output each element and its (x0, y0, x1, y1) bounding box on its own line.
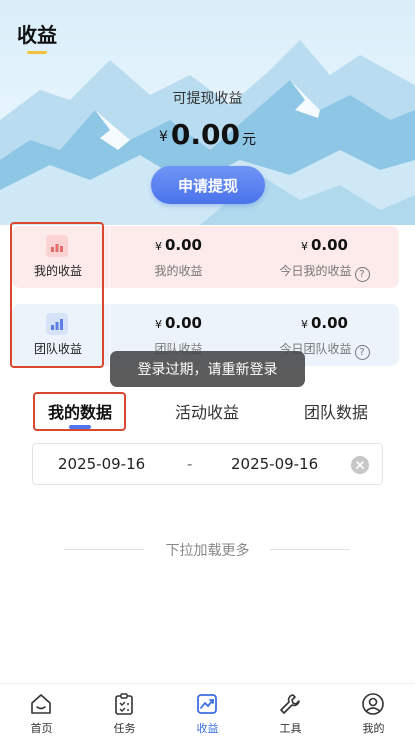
clear-icon[interactable] (351, 456, 369, 474)
wrench-icon (280, 694, 300, 714)
my-earnings-label: 我的收益 (33, 264, 82, 278)
team-earnings-label: 团队收益 (33, 342, 82, 356)
withdrawable-amount: ¥0.00 元 (0, 118, 415, 151)
apply-withdraw-button[interactable]: 申请提现 (151, 166, 265, 204)
date-range-picker[interactable]: 2025-09-16 - 2025-09-16 (32, 443, 383, 485)
user-icon (362, 693, 384, 715)
data-tabs: 我的数据 活动收益 团队数据 (0, 395, 415, 429)
today-my-earnings-sublabel: 今日我的收益? (250, 262, 399, 282)
nav-earnings[interactable]: 收益 (166, 684, 249, 738)
tab-my-data[interactable]: 我的数据 (40, 399, 120, 423)
clipboard-icon (115, 693, 133, 715)
my-earnings-card[interactable]: 我的收益 ¥0.00 我的收益 ¥0.00 今日我的收益? (12, 226, 399, 288)
date-separator: - (187, 455, 193, 473)
divider (270, 549, 350, 550)
start-date[interactable]: 2025-09-16 (58, 455, 145, 473)
home-icon (31, 694, 51, 714)
tab-activity-earnings[interactable]: 活动收益 (167, 399, 247, 423)
help-icon[interactable]: ? (354, 267, 370, 282)
nav-tools[interactable]: 工具 (249, 684, 332, 738)
nav-tasks[interactable]: 任务 (83, 684, 166, 738)
my-earnings-value: ¥0.00 (154, 236, 202, 254)
end-date[interactable]: 2025-09-16 (231, 455, 318, 473)
today-my-earnings-value: ¥0.00 (300, 236, 348, 254)
load-more-text: 下拉加载更多 (165, 543, 250, 559)
team-earnings-icon (46, 313, 68, 335)
login-expired-toast: 登录过期，请重新登录 (110, 351, 305, 387)
page-title: 收益 (17, 23, 57, 47)
bottom-nav: 首页 任务 收益 工具 我的 (0, 683, 415, 738)
today-team-earnings-value: ¥0.00 (300, 314, 348, 332)
active-tab-indicator (69, 425, 91, 429)
tab-team-data[interactable]: 团队数据 (296, 399, 376, 423)
nav-profile[interactable]: 我的 (332, 684, 415, 738)
nav-home[interactable]: 首页 (0, 684, 83, 738)
currency-unit: 元 (242, 132, 256, 148)
team-earnings-value: ¥0.00 (154, 314, 202, 332)
title-underline (27, 51, 47, 54)
chart-icon (197, 694, 217, 714)
my-earnings-sublabel: 我的收益 (154, 264, 203, 278)
withdrawable-value: 0.00 (170, 118, 240, 151)
withdrawable-label: 可提现收益 (172, 91, 243, 107)
currency-symbol: ¥ (158, 129, 168, 145)
help-icon[interactable]: ? (354, 345, 370, 360)
my-earnings-icon (46, 235, 68, 257)
load-more: 下拉加载更多 (0, 538, 415, 562)
